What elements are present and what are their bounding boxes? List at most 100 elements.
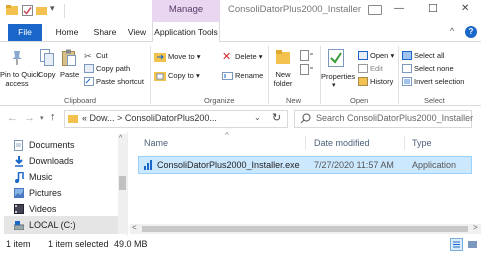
move-to-icon <box>154 52 166 62</box>
search-placeholder: Search ConsoliDatorPlus2000_Installer <box>316 113 474 123</box>
file-name[interactable]: ConsoliDatorPlus2000_Installer.exe <box>157 160 300 170</box>
organize-group-label: Organize <box>204 96 235 105</box>
history-button[interactable]: History <box>370 77 393 86</box>
up-arrow-icon[interactable]: ↑ <box>50 111 56 123</box>
new-folder-label-line2: folder <box>273 79 293 88</box>
group-divider <box>150 46 151 104</box>
clipboard-group-label: Clipboard <box>64 96 97 105</box>
invert-selection-button[interactable]: Invert selection <box>414 77 464 86</box>
new-group-label: New <box>286 96 302 105</box>
column-header-date[interactable]: Date modified <box>314 138 370 148</box>
properties-dropdown-icon[interactable]: ▾ <box>332 81 336 89</box>
move-to-label: Move to <box>168 52 195 61</box>
delete-label: Delete <box>235 52 257 61</box>
file-type: Application <box>412 160 457 170</box>
folder-icon <box>68 114 78 123</box>
sort-ascending-icon: ^ <box>225 131 229 140</box>
properties-icon <box>328 49 344 67</box>
recent-locations-icon[interactable]: ▾ <box>40 114 44 122</box>
delete-button[interactable]: Delete ▾ <box>235 52 263 61</box>
easy-access-icon[interactable] <box>300 64 314 75</box>
forward-arrow-icon[interactable]: → <box>24 112 35 124</box>
back-arrow-icon[interactable]: ← <box>7 112 18 124</box>
tab-share[interactable]: Share <box>88 22 122 42</box>
tab-application-tools[interactable]: Application Tools <box>152 22 220 43</box>
selection-status: 1 item selected <box>48 239 109 249</box>
documents-icon <box>14 140 24 151</box>
properties-button[interactable]: Properties <box>321 72 355 81</box>
nav-scroll-thumb[interactable] <box>119 176 126 190</box>
large-icons-view-icon[interactable] <box>466 238 479 251</box>
delete-icon: ✕ <box>222 51 232 63</box>
download-arrow-icon <box>14 156 24 167</box>
column-divider[interactable] <box>305 136 306 150</box>
invert-selection-icon <box>402 77 412 86</box>
search-icon <box>300 113 311 124</box>
horizontal-scroll-thumb[interactable] <box>142 226 468 232</box>
edit-button[interactable]: Edit <box>370 64 383 73</box>
new-item-icon[interactable] <box>300 50 314 61</box>
history-icon <box>358 77 368 86</box>
minimize-button[interactable]: — <box>394 3 404 14</box>
select-all-button[interactable]: Select all <box>414 51 444 60</box>
pin-icon <box>10 50 24 66</box>
copy-path-button[interactable]: Copy path <box>96 64 130 73</box>
breadcrumb-downloads[interactable]: Dow... <box>90 113 115 123</box>
properties-quick-icon[interactable] <box>22 5 33 16</box>
paste-button[interactable]: Paste <box>60 70 79 79</box>
collapse-ribbon-icon[interactable]: ^ <box>450 26 454 36</box>
open-button[interactable]: Open ▾ <box>370 51 394 60</box>
quick-access-dropdown-icon[interactable]: ▾ <box>50 3 55 14</box>
refresh-icon[interactable]: ↻ <box>272 111 281 124</box>
divider <box>64 4 65 18</box>
select-none-button[interactable]: Select none <box>414 64 454 73</box>
manage-context-tab[interactable]: Manage <box>152 0 220 22</box>
copy-path-icon <box>84 64 94 73</box>
copy-to-button[interactable]: Copy to ▾ <box>168 71 200 80</box>
open-group-label: Open <box>350 96 369 105</box>
copy-icon <box>40 49 54 67</box>
paste-shortcut-button[interactable]: Paste shortcut <box>96 77 144 86</box>
breadcrumb: « Dow... > ConsoliDatorPlus200... <box>82 113 217 123</box>
column-divider[interactable] <box>404 136 405 150</box>
breadcrumb-current[interactable]: ConsoliDatorPlus200... <box>125 113 217 123</box>
address-dropdown-icon[interactable]: ⌄ <box>254 113 261 122</box>
copy-button[interactable]: Copy <box>38 70 56 79</box>
breadcrumb-overflow[interactable]: « <box>82 113 87 123</box>
tab-view[interactable]: View <box>122 22 152 42</box>
sidebar-item-label: LOCAL (C:) <box>29 220 76 230</box>
pin-quick-access-button[interactable]: Pin to Quick access <box>0 70 40 88</box>
open-icon <box>358 51 368 60</box>
move-to-button[interactable]: Move to ▾ <box>168 52 201 61</box>
folder-icon <box>6 5 18 15</box>
snap-icon[interactable] <box>368 5 382 15</box>
music-note-icon <box>14 172 24 183</box>
scroll-right-icon[interactable]: > <box>473 223 478 232</box>
tab-file[interactable]: File <box>8 24 42 41</box>
breadcrumb-separator[interactable]: > <box>117 113 122 123</box>
scroll-left-icon[interactable]: < <box>132 223 137 232</box>
copy-to-icon <box>154 71 166 81</box>
window-title: ConsoliDatorPlus2000_Installer <box>228 4 362 15</box>
sidebar-item-local-drive[interactable]: LOCAL (C:) <box>4 216 118 234</box>
select-all-icon <box>402 51 412 60</box>
copy-to-label: Copy to <box>168 71 194 80</box>
new-folder-icon <box>276 48 290 66</box>
group-divider <box>398 46 399 104</box>
maximize-button[interactable]: ☐ <box>428 2 438 15</box>
close-button[interactable]: ✕ <box>461 3 469 14</box>
tab-home[interactable]: Home <box>50 22 84 42</box>
column-header-type[interactable]: Type <box>412 138 432 148</box>
nav-scroll-up-icon[interactable]: ^ <box>119 135 122 142</box>
selection-size: 49.0 MB <box>114 239 148 249</box>
details-view-icon[interactable] <box>450 238 463 251</box>
column-header-name[interactable]: Name <box>144 138 168 148</box>
item-count: 1 item <box>6 239 31 249</box>
select-group-label: Select <box>424 96 445 105</box>
new-folder-button[interactable]: New folder <box>268 70 298 88</box>
cut-button[interactable]: Cut <box>96 51 108 60</box>
cut-icon: ✂ <box>84 51 92 61</box>
rename-button[interactable]: Rename <box>235 71 263 80</box>
help-icon[interactable]: ? <box>465 26 477 38</box>
new-folder-quick-icon[interactable] <box>36 5 47 16</box>
